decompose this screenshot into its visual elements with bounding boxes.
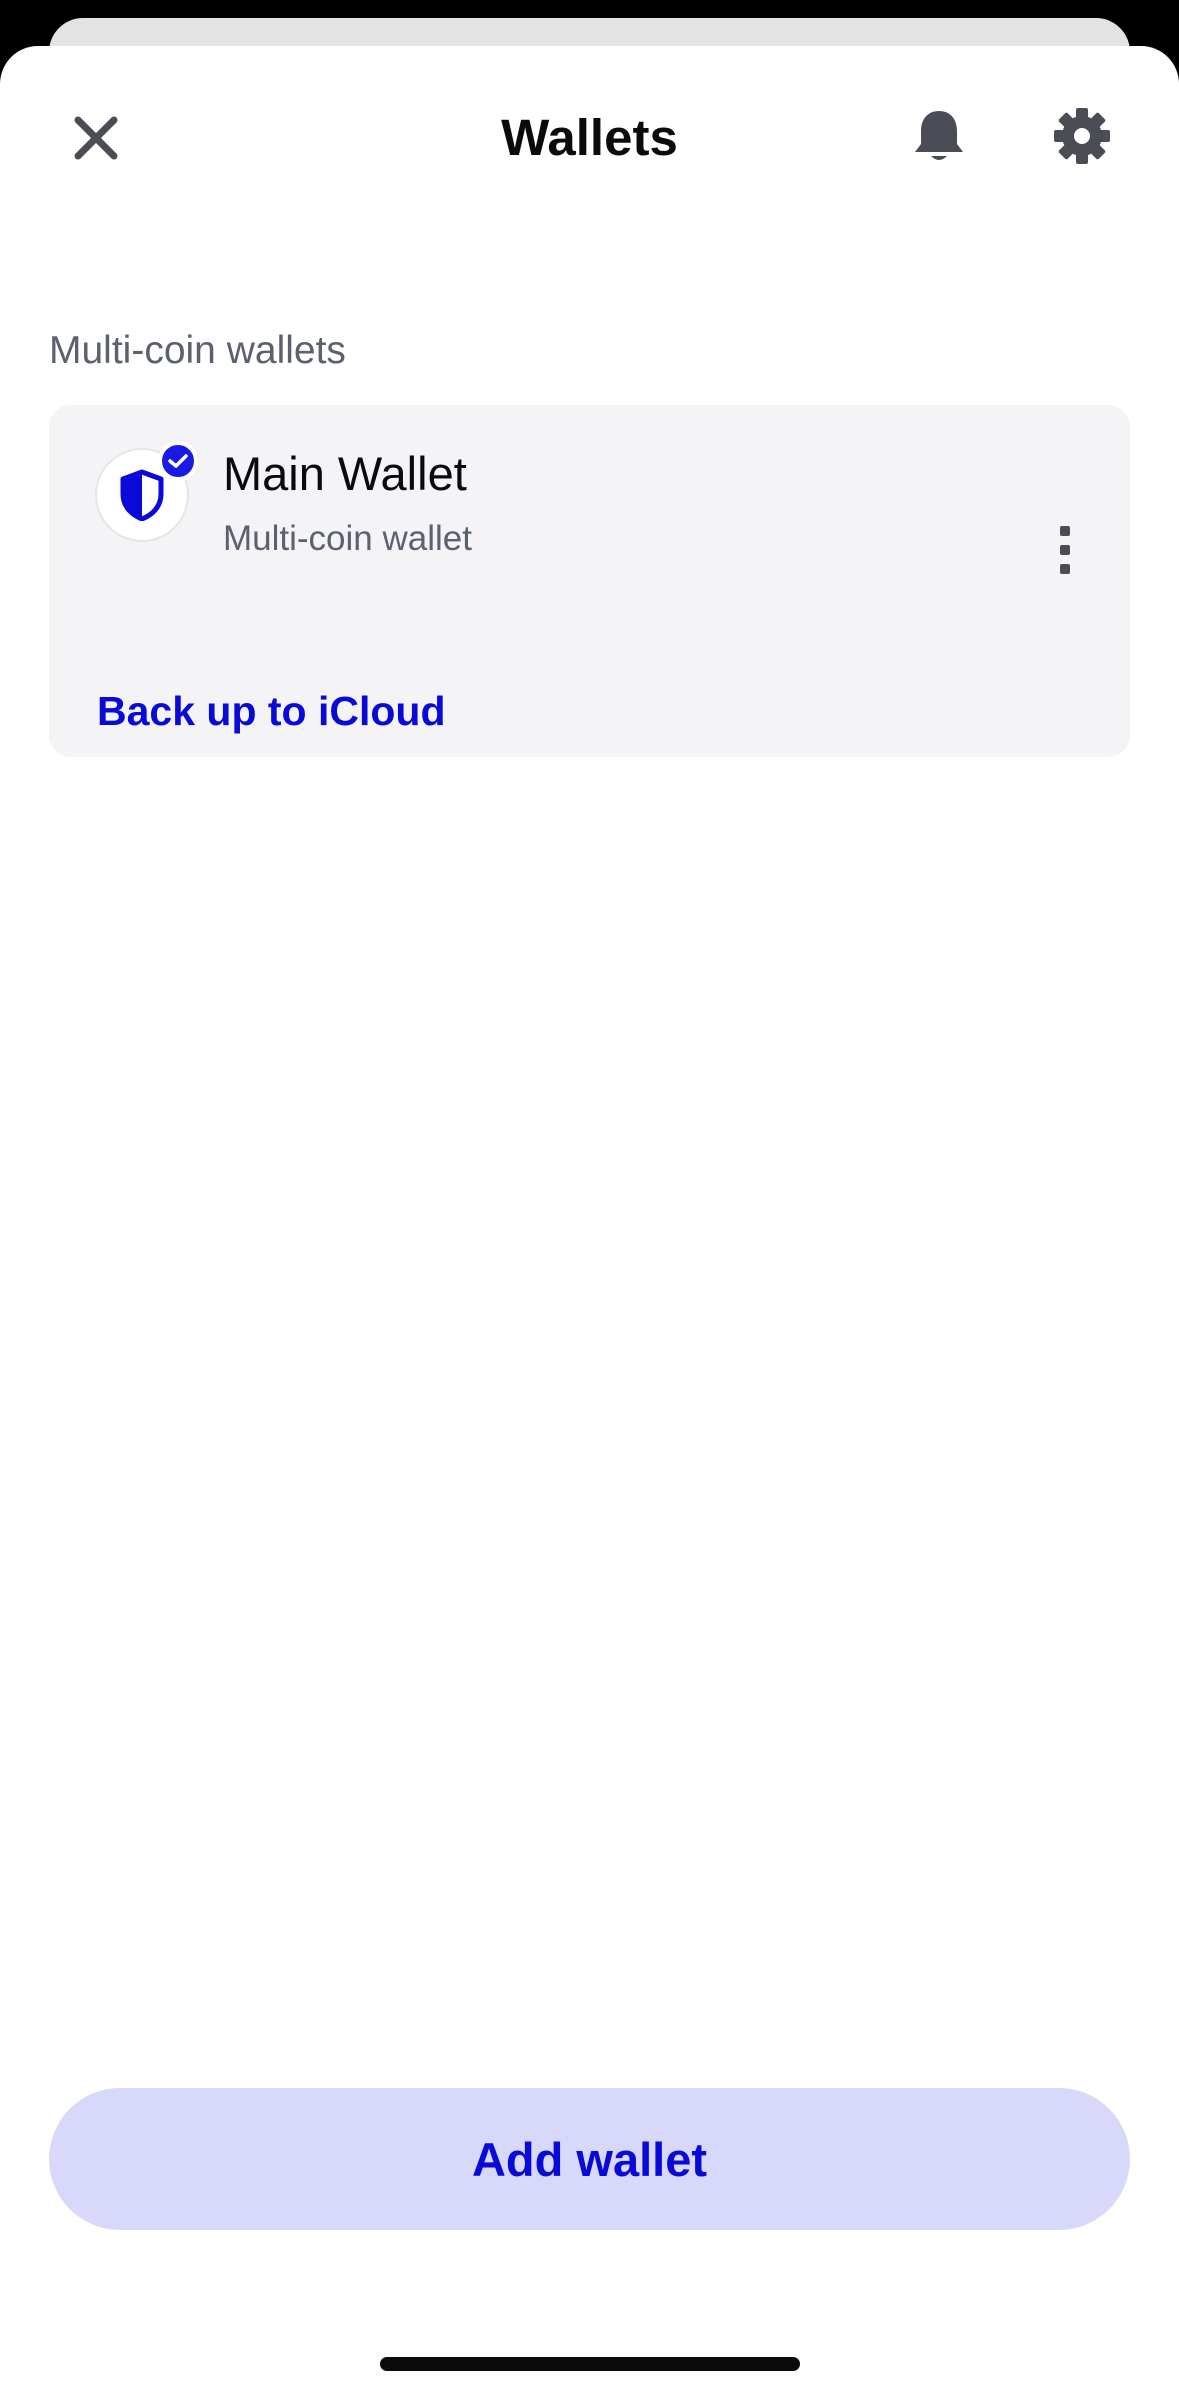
home-indicator <box>380 2357 800 2371</box>
gear-icon <box>1054 108 1110 164</box>
page-title: Wallets <box>501 109 678 166</box>
header: Wallets <box>0 46 1179 216</box>
check-icon <box>168 454 188 468</box>
bell-icon <box>915 111 963 160</box>
wallet-more-button[interactable] <box>1033 505 1097 595</box>
wallet-name: Main Wallet <box>223 447 467 500</box>
wallets-sheet: Wallets Multi-coin wallets Main Wallet M… <box>0 46 1179 2396</box>
backup-icloud-link[interactable]: Back up to iCloud <box>97 683 446 739</box>
section-label: Multi-coin wallets <box>49 329 346 372</box>
settings-button[interactable] <box>1040 94 1124 178</box>
shield-icon <box>120 469 164 521</box>
notifications-button[interactable] <box>897 94 981 178</box>
add-wallet-button[interactable]: Add wallet <box>49 2088 1130 2230</box>
selected-badge <box>158 441 198 481</box>
more-vertical-icon <box>1060 526 1070 536</box>
wallet-subtitle: Multi-coin wallet <box>223 519 472 558</box>
wallet-card[interactable]: Main Wallet Multi-coin wallet Back up to… <box>49 405 1130 757</box>
